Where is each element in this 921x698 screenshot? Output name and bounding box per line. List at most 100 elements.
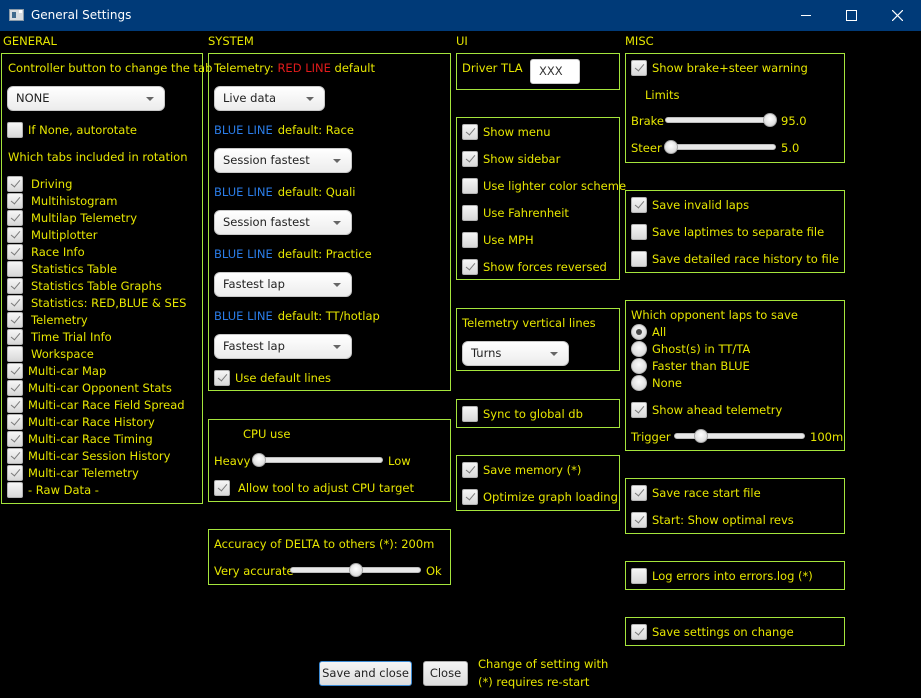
optimize-graph-checkbox[interactable]: [462, 489, 478, 505]
use-default-lines-checkbox[interactable]: [214, 370, 230, 386]
rotation-tab-checkbox[interactable]: [7, 465, 23, 481]
ui-option-label: Show sidebar: [483, 152, 561, 166]
chevron-down-icon: [333, 159, 341, 163]
ui-option-checkbox[interactable]: [462, 178, 478, 194]
ui-option-checkbox[interactable]: [462, 205, 478, 221]
rotation-tab-checkbox[interactable]: [7, 295, 23, 311]
close-button[interactable]: Close: [423, 661, 468, 686]
opponent-laps-radio[interactable]: [631, 375, 647, 391]
rotation-tab-checkbox[interactable]: [7, 431, 23, 447]
save-option-checkbox[interactable]: [631, 251, 647, 267]
rotation-tab-checkbox[interactable]: [7, 363, 23, 379]
close-icon: [892, 10, 903, 21]
blue-line-label: BLUE LINE default: Quali: [214, 185, 356, 199]
rotation-tab-label: Workspace: [31, 347, 94, 361]
ui-option-checkbox[interactable]: [462, 124, 478, 140]
ui-option-checkbox[interactable]: [462, 232, 478, 248]
rotation-tab-checkbox[interactable]: [7, 329, 23, 345]
blue-default-text: default: Quali: [277, 185, 356, 199]
opponent-laps-radio[interactable]: [631, 358, 647, 374]
save-memory-checkbox[interactable]: [462, 462, 478, 478]
trigger-label: Trigger: [631, 430, 671, 444]
vertical-lines-dropdown-value: Turns: [471, 346, 502, 360]
rotation-tab-checkbox[interactable]: [7, 346, 23, 362]
blue-line-dropdown[interactable]: Fastest lap: [214, 334, 352, 359]
autorotate-checkbox[interactable]: [7, 122, 23, 138]
optimal-revs-label: Start: Show optimal revs: [652, 513, 794, 527]
maximize-button[interactable]: [828, 0, 874, 31]
delta-title: Accuracy of DELTA to others (*): 200m: [214, 537, 435, 551]
telemetry-prefix: Telemetry:: [214, 61, 274, 75]
blue-line-dropdown[interactable]: Session fastest: [214, 148, 352, 173]
steer-slider[interactable]: [664, 140, 776, 154]
brake-slider-thumb[interactable]: [762, 113, 777, 127]
restart-note-line1: Change of setting with: [478, 657, 609, 671]
rotation-tab-label: Multiplotter: [31, 228, 98, 242]
ahead-telemetry-checkbox[interactable]: [631, 402, 647, 418]
ui-option-checkbox[interactable]: [462, 151, 478, 167]
vertical-lines-dropdown[interactable]: Turns: [462, 341, 569, 366]
save-option-label: Save invalid laps: [652, 198, 750, 212]
driver-tla-input[interactable]: XXX: [530, 59, 580, 84]
blue-line-dropdown[interactable]: Fastest lap: [214, 272, 352, 297]
rotation-tab-checkbox[interactable]: [7, 210, 23, 226]
cpu-max-label: Low: [388, 454, 411, 468]
rotation-tab-label: Statistics Table Graphs: [31, 279, 162, 293]
blue-line-dropdown[interactable]: Session fastest: [214, 210, 352, 235]
restart-note-line2: (*) requires re-start: [478, 675, 590, 689]
trigger-slider-thumb[interactable]: [693, 429, 708, 443]
save-option-checkbox[interactable]: [631, 224, 647, 240]
save-option-checkbox[interactable]: [631, 197, 647, 213]
log-errors-checkbox[interactable]: [631, 568, 647, 584]
save-and-close-button[interactable]: Save and close: [319, 661, 412, 686]
opponent-laps-radio[interactable]: [631, 324, 647, 340]
ui-option-checkbox[interactable]: [462, 259, 478, 275]
minimize-button[interactable]: [783, 0, 829, 31]
race-start-file-checkbox[interactable]: [631, 485, 647, 501]
rotation-tab-label: Multi-car Race Timing: [28, 432, 153, 446]
allow-cpu-adjust-checkbox[interactable]: [214, 480, 230, 496]
rotation-tab-checkbox[interactable]: [7, 397, 23, 413]
rotation-tab-checkbox[interactable]: [7, 176, 23, 192]
use-default-lines-label: Use default lines: [235, 371, 332, 385]
controller-dropdown-value: NONE: [16, 91, 50, 105]
section-misc-title: MISC: [625, 34, 654, 48]
brake-slider[interactable]: [665, 113, 777, 127]
controller-dropdown[interactable]: NONE: [7, 86, 165, 111]
trigger-slider[interactable]: [674, 429, 805, 443]
steer-label: Steer: [631, 141, 662, 155]
blue-line-label: BLUE LINE default: TT/hotlap: [214, 309, 380, 323]
ahead-telemetry-label: Show ahead telemetry: [652, 403, 783, 417]
blue-default-text: default: Practice: [277, 247, 372, 261]
rotation-tab-label: Driving: [31, 177, 73, 191]
rotation-tab-checkbox[interactable]: [7, 448, 23, 464]
close-window-button[interactable]: [874, 0, 920, 31]
delta-slider-thumb[interactable]: [348, 563, 363, 577]
sync-global-checkbox[interactable]: [462, 406, 478, 422]
rotation-tab-checkbox[interactable]: [7, 261, 23, 277]
rotation-tab-checkbox[interactable]: [7, 278, 23, 294]
red-line-dropdown[interactable]: Live data: [214, 86, 325, 111]
rotation-tab-checkbox[interactable]: [7, 380, 23, 396]
chevron-down-icon: [333, 345, 341, 349]
blue-line-dropdown-value: Session fastest: [223, 153, 310, 167]
opponent-laps-radio[interactable]: [631, 341, 647, 357]
optimal-revs-checkbox[interactable]: [631, 512, 647, 528]
delta-min-label: Very accurate: [214, 564, 294, 578]
rotation-tab-checkbox[interactable]: [7, 482, 23, 498]
opponent-laps-label: Which opponent laps to save: [631, 308, 798, 322]
rotation-tab-checkbox[interactable]: [7, 244, 23, 260]
rotation-tab-checkbox[interactable]: [7, 414, 23, 430]
section-system-title: SYSTEM: [208, 34, 254, 48]
cpu-slider[interactable]: [252, 453, 383, 467]
blue-line-dropdown-value: Session fastest: [223, 215, 310, 229]
blue-line-text: BLUE LINE: [214, 123, 273, 137]
save-memory-label: Save memory (*): [483, 463, 582, 477]
rotation-tab-checkbox[interactable]: [7, 193, 23, 209]
ui-options-panel: [456, 117, 620, 280]
delta-slider[interactable]: [290, 563, 421, 577]
rotation-tab-checkbox[interactable]: [7, 312, 23, 328]
rotation-tab-checkbox[interactable]: [7, 227, 23, 243]
brake-steer-warning-checkbox[interactable]: [631, 60, 647, 76]
save-on-change-checkbox[interactable]: [631, 624, 647, 640]
